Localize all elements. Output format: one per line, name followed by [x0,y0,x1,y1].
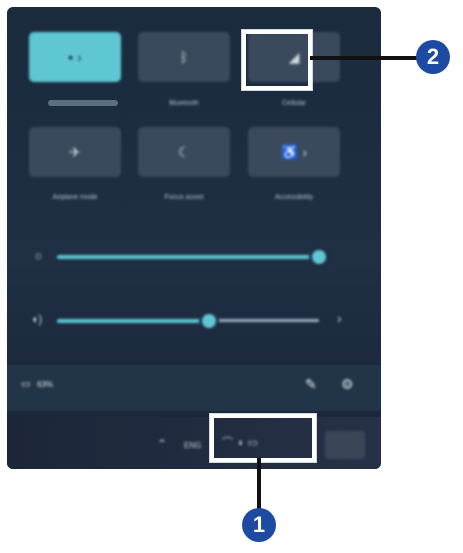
notification-button[interactable] [325,431,365,459]
gear-icon[interactable]: ⚙ [341,376,354,393]
wifi-tile[interactable]: ▪ › [29,32,121,82]
wifi-network-label [48,100,118,106]
accessibility-icon: ♿ › [281,143,307,160]
airplane-icon: ✈ [69,143,81,160]
quick-settings-footer: ▭ 63% ✎ ⚙ [7,365,381,411]
chevron-up-icon[interactable]: ⌃ [157,437,167,451]
callout-line-1 [257,458,261,510]
airplane-mode-label: Airplane mode [52,194,98,201]
volume-slider-fill [57,319,209,323]
accessibility-label: Accessibility [274,194,314,201]
callout-badge-2: 2 [416,40,450,74]
moon-icon: ☾ [177,143,191,160]
airplane-mode-tile[interactable]: ✈ [29,127,121,177]
accessibility-tile[interactable]: ♿ › [248,127,340,177]
callout-box-1 [210,414,316,462]
bluetooth-tile[interactable]: ᛒ [138,32,230,82]
volume-slider-thumb[interactable] [202,314,216,328]
chevron-right-icon[interactable]: › [337,310,342,326]
battery-icon: ▭ [21,379,31,390]
focus-assist-tile[interactable]: ☾ [138,127,230,177]
brightness-slider-fill [57,255,319,259]
brightness-icon: ☼ [33,248,44,262]
bluetooth-label: Bluetooth [169,100,199,107]
cellular-label: Cellular [282,100,306,107]
quick-settings-screenshot: ▪ › ᛒ Bluetooth ◢ Cellular ✈ Airplane mo… [7,7,381,469]
volume-slider-track [209,319,319,322]
callout-box-2 [242,30,312,90]
volume-icon: ◖) [31,312,43,326]
edit-icon[interactable]: ✎ [305,376,317,393]
focus-assist-label: Focus assist [164,194,204,201]
wifi-icon: ▪ › [68,49,82,65]
taskbar: ⌃ ENG ⌒◖▭ [7,417,381,469]
language-indicator[interactable]: ENG [184,441,201,450]
callout-line-2 [310,56,418,60]
brightness-slider-thumb[interactable] [312,250,326,264]
battery-percentage: 63% [37,380,54,389]
callout-badge-1: 1 [242,508,276,542]
bluetooth-icon: ᛒ [179,49,189,65]
